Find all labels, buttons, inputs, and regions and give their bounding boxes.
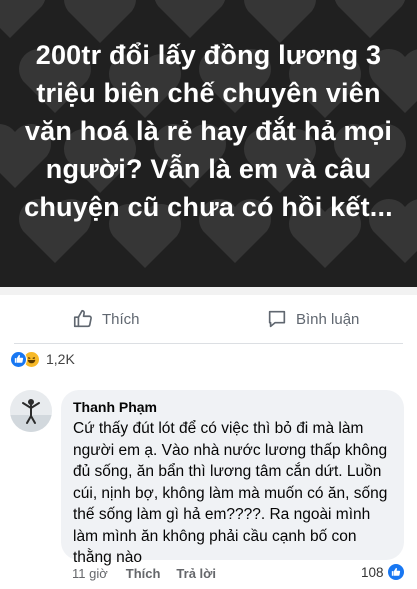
post-banner: 200tr đổi lấy đồng lương 3 triệu biên ch… (0, 0, 417, 287)
comment-time[interactable]: 11 giờ (72, 566, 108, 581)
comment-author[interactable]: Thanh Phạm (73, 399, 157, 415)
comment-button[interactable]: Bình luận (266, 308, 359, 330)
comment-reply-button[interactable]: Trả lời (176, 566, 216, 581)
post-divider (0, 287, 417, 295)
thumbs-up-icon (73, 309, 92, 328)
reaction-count: 1,2K (46, 351, 75, 367)
post-action-bar: Thích Bình luận (0, 300, 417, 342)
reaction-summary[interactable]: 1,2K (10, 350, 75, 368)
comment-meta: 11 giờ Thích Trả lời (72, 566, 232, 581)
like-label: Thích (102, 310, 140, 328)
comment-label: Bình luận (296, 310, 360, 328)
comment-like-count: 108 (361, 564, 384, 580)
comment-likes[interactable]: 108 (361, 564, 404, 580)
comment-text: Cứ thấy đút lót để có việc thì bỏ đi mà … (73, 420, 388, 566)
like-icon (10, 350, 27, 368)
comment-icon (268, 310, 286, 328)
comment-like-button[interactable]: Thích (126, 566, 161, 581)
comment-bubble: Thanh Phạm Cứ thấy đút lót để có việc th… (61, 390, 404, 566)
like-icon (387, 564, 404, 580)
post-text: 200tr đổi lấy đồng lương 3 triệu biên ch… (24, 40, 393, 222)
like-button[interactable]: Thích (72, 308, 140, 330)
avatar[interactable] (10, 390, 52, 432)
divider (14, 343, 403, 344)
